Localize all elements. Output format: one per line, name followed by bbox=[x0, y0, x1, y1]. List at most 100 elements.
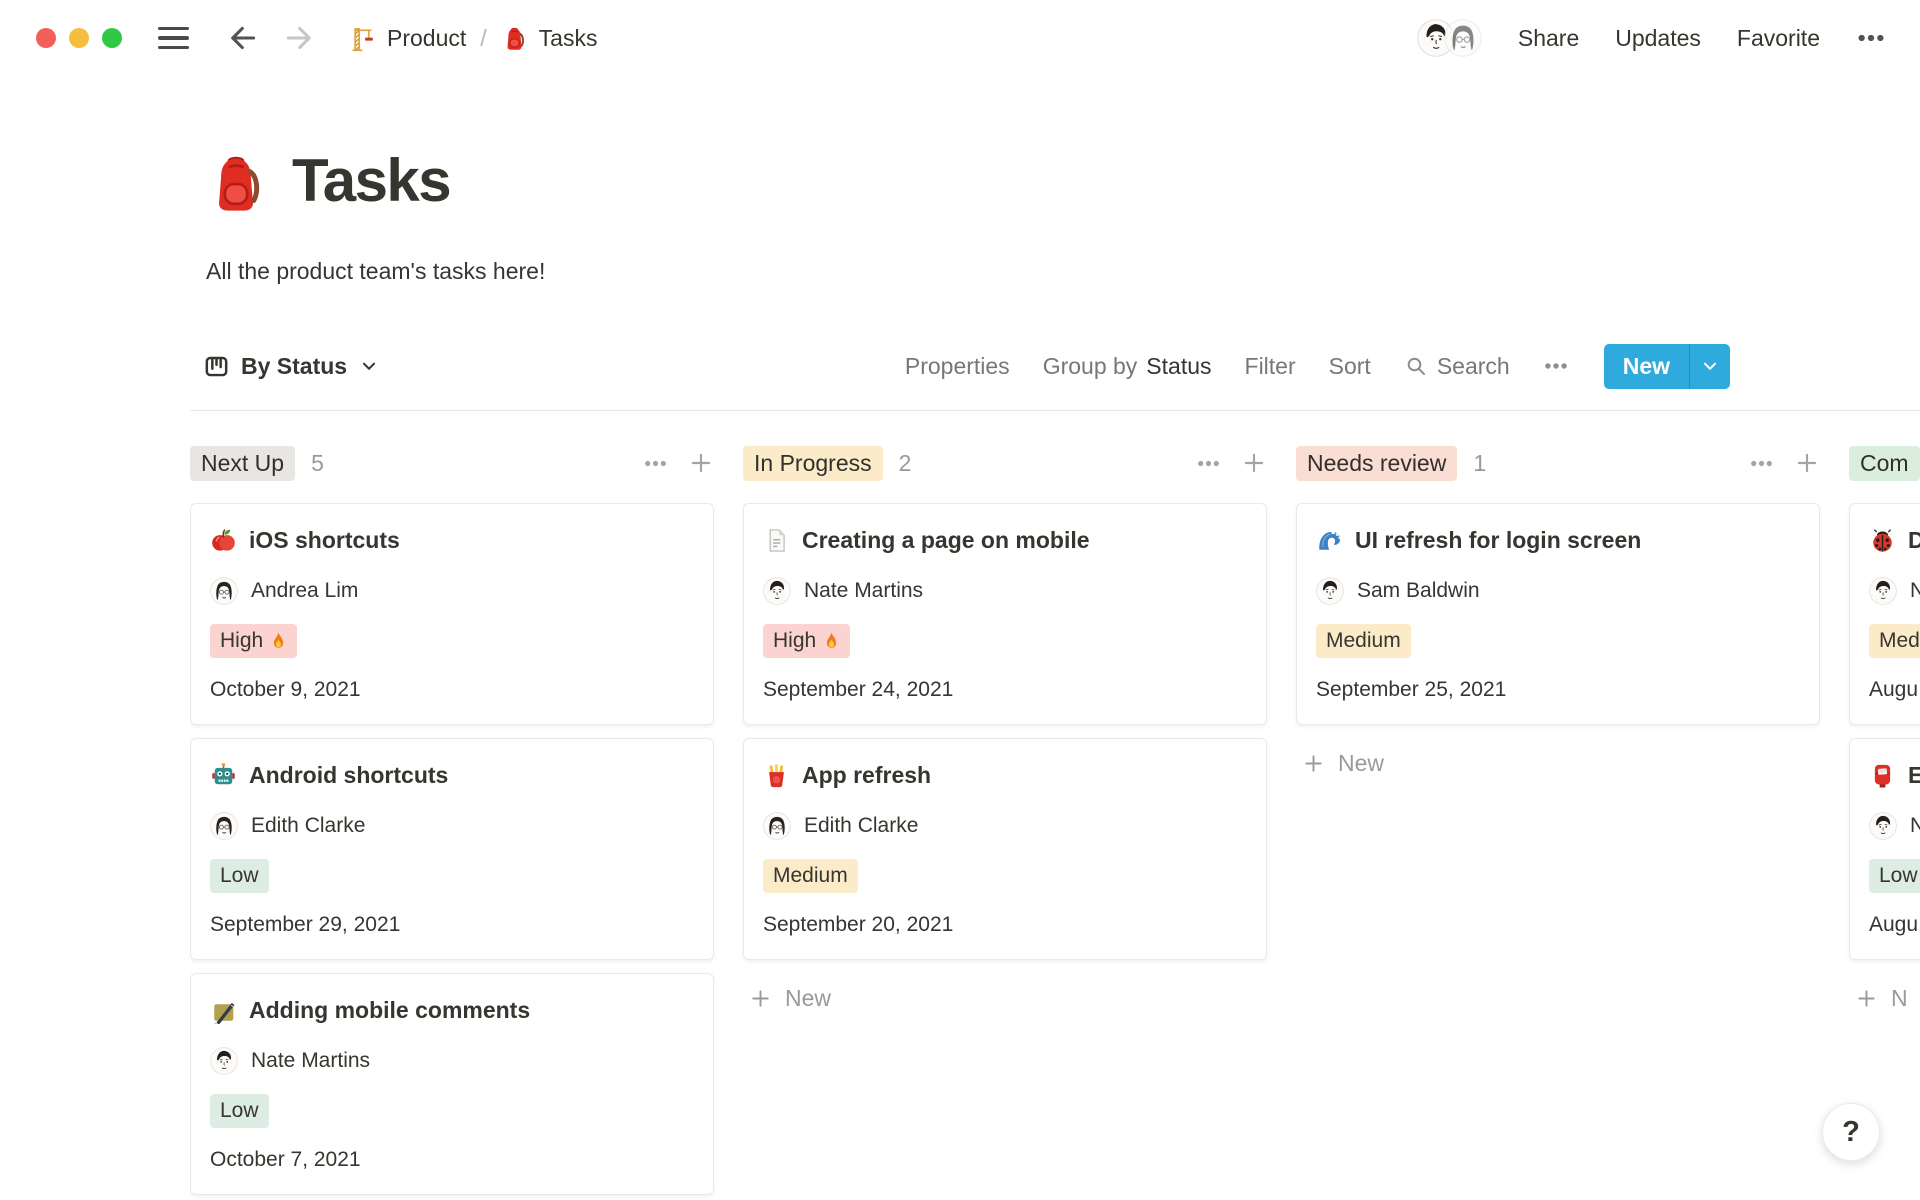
breadcrumb-label: Product bbox=[387, 25, 466, 52]
priority-badge: Low bbox=[1869, 859, 1920, 893]
page-description[interactable]: All the product team's tasks here! bbox=[206, 258, 545, 285]
column-count: 5 bbox=[311, 450, 324, 477]
card-assignee: N bbox=[1869, 812, 1920, 840]
properties-button[interactable]: Properties bbox=[905, 353, 1010, 380]
column-needs-review: Needs review 1 UI refresh for login scre… bbox=[1296, 445, 1820, 1200]
sort-button[interactable]: Sort bbox=[1329, 353, 1371, 380]
close-window-button[interactable] bbox=[36, 28, 56, 48]
back-arrow-icon[interactable] bbox=[227, 22, 259, 54]
card-date: September 20, 2021 bbox=[763, 912, 1247, 938]
ladybug-icon bbox=[1869, 527, 1896, 554]
window-topbar: Product / Tasks Share Updates Favorite bbox=[0, 0, 1920, 76]
breadcrumb-separator: / bbox=[480, 25, 486, 52]
add-card-button[interactable]: New bbox=[743, 973, 1267, 1024]
card-assignee: Andrea Lim bbox=[210, 577, 694, 605]
assignee-avatar bbox=[1316, 577, 1344, 605]
add-card-button[interactable]: New bbox=[1296, 738, 1820, 789]
favorite-button[interactable]: Favorite bbox=[1737, 25, 1820, 52]
column-badge[interactable]: Com bbox=[1849, 446, 1920, 481]
chevron-down-icon[interactable] bbox=[1690, 354, 1730, 378]
column-more-icon[interactable] bbox=[643, 451, 668, 476]
column-add-icon[interactable] bbox=[1794, 450, 1820, 476]
add-card-button[interactable]: N bbox=[1849, 973, 1920, 1024]
postbox-icon bbox=[1869, 762, 1896, 789]
task-card[interactable]: iOS shortcuts Andrea Lim High October 9,… bbox=[190, 503, 714, 725]
filter-button[interactable]: Filter bbox=[1245, 353, 1296, 380]
search-button[interactable]: Search bbox=[1404, 353, 1510, 380]
new-button-label[interactable]: New bbox=[1604, 344, 1689, 389]
assignee-name: Andrea Lim bbox=[251, 579, 358, 603]
column-in-progress: In Progress 2 Creating a page on mobile … bbox=[743, 445, 1267, 1200]
card-title: App refresh bbox=[802, 760, 931, 790]
robot-icon bbox=[210, 762, 237, 789]
card-assignee: Nate Martins bbox=[210, 1047, 694, 1075]
breadcrumb-item-tasks[interactable]: Tasks bbox=[501, 25, 598, 52]
assignee-name: Nate Martins bbox=[804, 579, 923, 603]
column-more-icon[interactable] bbox=[1196, 451, 1221, 476]
card-date: September 25, 2021 bbox=[1316, 677, 1800, 703]
add-card-label: New bbox=[1338, 750, 1384, 777]
card-assignee: Nate Martins bbox=[763, 577, 1247, 605]
group-by-button[interactable]: Group by Status bbox=[1043, 353, 1212, 380]
collaborator-avatars[interactable] bbox=[1417, 19, 1482, 57]
breadcrumb-item-product[interactable]: Product bbox=[347, 24, 466, 53]
backpack-icon bbox=[203, 148, 269, 218]
assignee-avatar bbox=[210, 577, 238, 605]
group-by-label: Group by bbox=[1043, 353, 1138, 380]
sidebar-toggle-icon[interactable] bbox=[158, 27, 189, 49]
task-card[interactable]: Android shortcuts Edith Clarke Low Septe… bbox=[190, 738, 714, 960]
help-button[interactable]: ? bbox=[1822, 1103, 1880, 1161]
fire-icon bbox=[270, 631, 287, 651]
priority-badge: Med bbox=[1869, 624, 1920, 658]
share-button[interactable]: Share bbox=[1518, 25, 1579, 52]
updates-button[interactable]: Updates bbox=[1615, 25, 1701, 52]
priority-badge: Medium bbox=[763, 859, 858, 893]
board-view-icon bbox=[203, 353, 230, 380]
column-count: 2 bbox=[899, 450, 912, 477]
window-controls bbox=[36, 28, 122, 48]
column-header: Com bbox=[1849, 445, 1920, 481]
breadcrumb-label: Tasks bbox=[539, 25, 598, 52]
card-date: September 24, 2021 bbox=[763, 677, 1247, 703]
plus-icon bbox=[749, 987, 772, 1010]
task-card[interactable]: E N Low Augu bbox=[1849, 738, 1920, 960]
column-add-icon[interactable] bbox=[1241, 450, 1267, 476]
assignee-avatar bbox=[1869, 577, 1897, 605]
card-title: E bbox=[1908, 760, 1920, 790]
task-card[interactable]: App refresh Edith Clarke Medium Septembe… bbox=[743, 738, 1267, 960]
assignee-name: Nate Martins bbox=[251, 1049, 370, 1073]
collaborator-avatar-woman[interactable] bbox=[1444, 19, 1482, 57]
fries-icon bbox=[763, 762, 790, 789]
view-selector[interactable]: By Status bbox=[203, 353, 380, 380]
card-assignee: Edith Clarke bbox=[763, 812, 1247, 840]
more-options-icon[interactable] bbox=[1856, 23, 1886, 53]
column-add-icon[interactable] bbox=[688, 450, 714, 476]
fire-icon bbox=[823, 631, 840, 651]
search-label: Search bbox=[1437, 353, 1510, 380]
minimize-window-button[interactable] bbox=[69, 28, 89, 48]
card-title: Creating a page on mobile bbox=[802, 525, 1090, 555]
card-assignee: Sam Baldwin bbox=[1316, 577, 1800, 605]
task-card[interactable]: Adding mobile comments Nate Martins Low … bbox=[190, 973, 714, 1195]
column-badge[interactable]: Needs review bbox=[1296, 446, 1457, 481]
assignee-name: N bbox=[1910, 814, 1920, 838]
task-card[interactable]: Creating a page on mobile Nate Martins H… bbox=[743, 503, 1267, 725]
page-title[interactable]: Tasks bbox=[292, 146, 450, 215]
card-date: October 7, 2021 bbox=[210, 1147, 694, 1173]
maximize-window-button[interactable] bbox=[102, 28, 122, 48]
topbar-actions: Share Updates Favorite bbox=[1417, 19, 1886, 57]
assignee-name: Edith Clarke bbox=[251, 814, 365, 838]
column-header: Needs review 1 bbox=[1296, 445, 1820, 481]
column-more-icon[interactable] bbox=[1749, 451, 1774, 476]
add-card-label: New bbox=[785, 985, 831, 1012]
priority-badge: High bbox=[763, 624, 850, 658]
toolbar-more-icon[interactable] bbox=[1543, 353, 1569, 379]
forward-arrow-icon[interactable] bbox=[283, 22, 315, 54]
column-badge[interactable]: Next Up bbox=[190, 446, 295, 481]
new-button[interactable]: New bbox=[1604, 344, 1730, 389]
column-badge[interactable]: In Progress bbox=[743, 446, 883, 481]
task-card[interactable]: D N Med Augu bbox=[1849, 503, 1920, 725]
assignee-name: Edith Clarke bbox=[804, 814, 918, 838]
task-card[interactable]: UI refresh for login screen Sam Baldwin … bbox=[1296, 503, 1820, 725]
search-icon bbox=[1404, 354, 1428, 378]
